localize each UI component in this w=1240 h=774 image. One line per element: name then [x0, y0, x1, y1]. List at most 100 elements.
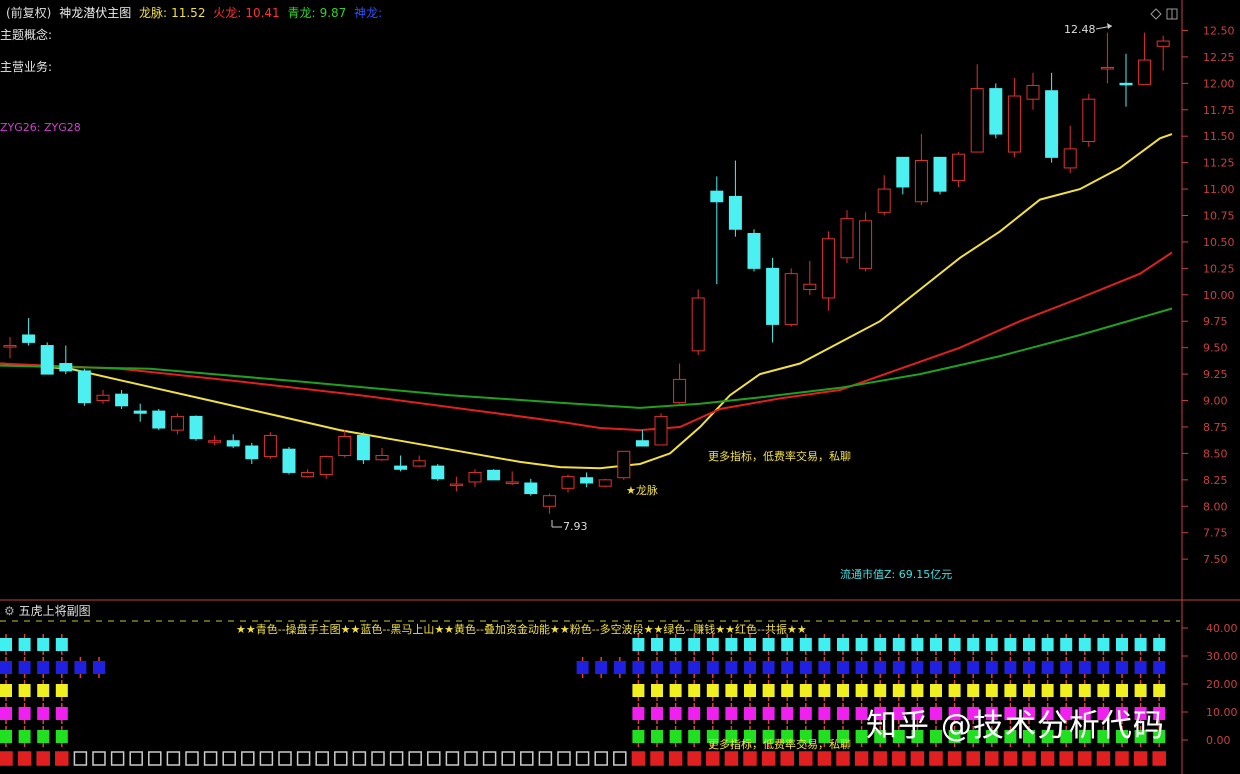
sub-block	[799, 751, 813, 766]
sub-block	[595, 661, 608, 674]
candle	[431, 463, 445, 481]
candle-body	[691, 297, 705, 352]
gear-icon[interactable]: ⚙	[4, 604, 15, 618]
sub-block	[650, 751, 664, 766]
huolong-label: 火龙:	[213, 6, 242, 20]
indicator-name[interactable]: 神龙潜伏主图	[59, 6, 131, 20]
sub-block	[930, 661, 942, 674]
diamond-icon[interactable]	[1150, 8, 1162, 20]
candle-body	[914, 160, 928, 203]
candle-body	[1045, 90, 1059, 158]
sub-block	[911, 661, 924, 674]
sub-block	[911, 638, 924, 651]
candle	[877, 175, 891, 216]
sub-block	[0, 707, 12, 720]
indicator-header: (前复权) 神龙潜伏主图 龙脉: 11.52 火龙: 10.41 青龙: 9.87 神…	[6, 4, 386, 21]
watermark: 知乎 @技术分析代码	[866, 708, 1165, 744]
sub-block	[874, 638, 887, 651]
chart-canvas[interactable]: 12.50 12.25 12.00 11.75 11.50 11.25 11.00 10.75…	[0, 0, 1240, 774]
sub-block	[762, 638, 775, 651]
candle	[133, 403, 147, 422]
candle-body	[859, 220, 873, 269]
header-prefix: (前复权)	[6, 6, 52, 20]
sub-block	[1133, 751, 1148, 766]
sub-block	[0, 730, 12, 743]
candle	[970, 64, 984, 153]
shenlong-label: 神龙:	[354, 6, 383, 20]
candle	[1100, 32, 1114, 84]
sub-block	[259, 751, 274, 766]
sub-block	[874, 661, 887, 674]
sub-block	[930, 638, 942, 651]
sub-block	[1134, 661, 1147, 674]
candle-body	[170, 415, 184, 431]
high-price-label: 12.48	[1064, 23, 1096, 36]
candle	[59, 345, 73, 375]
y-tick-label: 10.75	[1203, 209, 1235, 222]
sub-block	[1096, 751, 1111, 766]
candle	[821, 231, 835, 311]
sub-block	[1004, 684, 1017, 697]
sub-block	[1134, 684, 1147, 697]
sub-block	[93, 661, 105, 674]
sub-block	[818, 684, 831, 697]
candle	[1045, 72, 1059, 163]
y-tick-label: 7.50	[1203, 553, 1228, 566]
sub-block	[37, 638, 50, 651]
sub-block	[1153, 684, 1166, 697]
y-tick-label: 8.75	[1203, 421, 1228, 434]
sub-block	[1023, 638, 1035, 651]
sub-block	[445, 751, 460, 766]
sub-block	[74, 661, 87, 674]
qinglong-label: 青龙:	[287, 6, 316, 20]
candle-body	[133, 410, 147, 414]
candle-body	[1026, 84, 1040, 100]
window-icon[interactable]	[1166, 8, 1178, 20]
sub-block	[985, 638, 998, 651]
y-tick-label: 10.00	[1203, 289, 1235, 302]
sub-block	[278, 751, 292, 766]
sub-block	[631, 751, 646, 766]
candle-body	[1156, 40, 1170, 47]
candle-body	[115, 393, 129, 407]
candle	[654, 413, 668, 446]
sub-block	[837, 661, 849, 674]
sub-block	[706, 661, 719, 674]
sub-block	[947, 751, 962, 766]
sub-block	[352, 751, 367, 766]
sub-block	[148, 751, 162, 766]
candle	[933, 156, 947, 195]
sub-block	[1078, 751, 1092, 766]
sub-block	[688, 638, 701, 651]
sub-block	[1097, 684, 1110, 697]
sub-block	[203, 751, 218, 766]
candle	[561, 474, 575, 493]
candle-body	[468, 471, 482, 483]
sub-block	[724, 751, 739, 766]
sub-block	[668, 751, 683, 766]
sub-block	[799, 661, 812, 674]
candle-body	[394, 465, 408, 470]
candle	[468, 469, 482, 488]
sub-block	[688, 661, 701, 674]
candle-body	[766, 267, 780, 325]
candle	[96, 389, 110, 404]
candle	[635, 430, 649, 447]
candle	[226, 434, 240, 449]
sub-block	[967, 661, 980, 674]
y-tick-label: 11.50	[1203, 130, 1235, 143]
sub-block	[985, 661, 998, 674]
sub-block	[781, 707, 794, 720]
candle-body	[152, 410, 166, 429]
candle-body	[338, 435, 352, 457]
sub-block	[967, 684, 980, 697]
candle	[245, 442, 259, 464]
candle-body	[245, 445, 259, 460]
candle-body	[263, 434, 277, 458]
candle	[356, 432, 370, 464]
candle	[859, 212, 873, 272]
sub-block	[55, 684, 68, 697]
sub-block	[966, 751, 980, 766]
sub-panel-title[interactable]: ⚙ 五虎上将副图	[4, 602, 91, 619]
y-tick-label: 8.00	[1203, 500, 1228, 513]
